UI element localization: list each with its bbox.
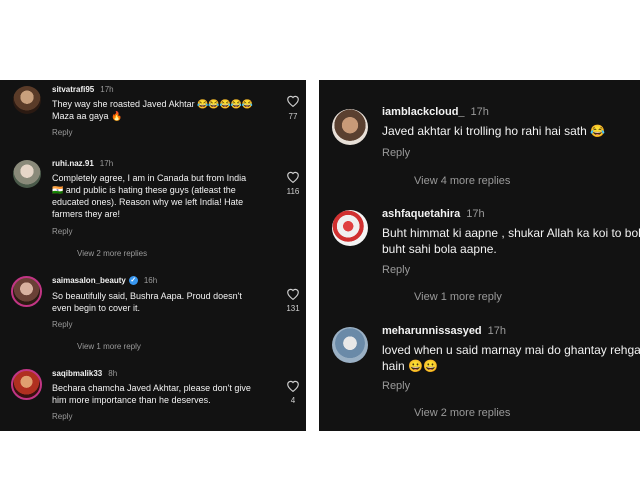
heart-icon[interactable] <box>286 170 300 183</box>
avatar[interactable] <box>11 369 42 400</box>
view-more-replies[interactable]: View 4 more replies <box>414 175 510 187</box>
comment-username[interactable]: ashfaquetahira 17h <box>382 208 485 220</box>
comment-time: 8h <box>108 369 118 378</box>
reply-button[interactable]: Reply <box>382 147 410 159</box>
comment-text: Buht himmat ki aapne , shukar Allah ka k… <box>382 226 640 256</box>
comment-time: 17h <box>99 159 114 168</box>
comment-text: They way she roasted Javed Akhtar 😂😂😂😂😂 … <box>52 99 254 121</box>
view-more-replies[interactable]: View 1 more reply <box>77 342 141 351</box>
comment-time: 16h <box>143 276 158 285</box>
comment-text: Completely agree, I am in Canada but fro… <box>52 173 247 219</box>
comment-text: loved when u said marnay mai do ghantay … <box>382 343 640 373</box>
reply-button[interactable]: Reply <box>52 227 72 236</box>
username-text[interactable]: ruhi.naz.91 <box>52 159 94 168</box>
comment-text: Bechara chamcha Javed Akhtar, please don… <box>52 383 251 405</box>
comment-username[interactable]: meharunnissasyed 17h <box>382 325 506 337</box>
comment-text: So beautifully said, Bushra Aapa. Proud … <box>52 291 242 313</box>
view-more-replies[interactable]: View 1 more reply <box>414 291 502 303</box>
comment-username[interactable]: sitvatrafi95 17h <box>52 85 114 94</box>
verified-badge-icon: ✓ <box>128 276 138 285</box>
avatar[interactable] <box>332 327 368 363</box>
comment-time: 17h <box>487 325 507 337</box>
avatar[interactable] <box>332 210 368 246</box>
reply-button[interactable]: Reply <box>382 264 410 276</box>
comment-time: 17h <box>100 85 114 94</box>
avatar[interactable] <box>13 86 41 114</box>
username-text[interactable]: saqibmalik33 <box>52 369 102 378</box>
comment-username[interactable]: iamblackcloud_ 17h <box>382 106 489 118</box>
like-count: 77 <box>288 112 298 121</box>
username-text[interactable]: saimasalon_beauty <box>52 276 126 285</box>
view-more-replies[interactable]: View 2 more replies <box>77 249 147 258</box>
like-count: 116 <box>286 187 300 196</box>
comment-username[interactable]: saimasalon_beauty ✓ 16h <box>52 276 157 285</box>
username-text[interactable]: ashfaquetahira <box>382 208 460 220</box>
left-comments-panel: sitvatrafi95 17h They way she roasted Jav… <box>0 80 306 431</box>
view-more-replies[interactable]: View 2 more replies <box>414 407 510 419</box>
comment-time: 17h <box>470 106 489 118</box>
avatar[interactable] <box>13 160 41 188</box>
username-text[interactable]: sitvatrafi95 <box>52 85 94 94</box>
comment-username[interactable]: ruhi.naz.91 17h <box>52 159 113 168</box>
comment-username[interactable]: saqibmalik33 8h <box>52 369 117 378</box>
like-count: 131 <box>286 304 300 313</box>
avatar[interactable] <box>332 109 368 145</box>
avatar[interactable] <box>11 276 42 307</box>
reply-button[interactable]: Reply <box>52 320 72 329</box>
comment-time: 17h <box>466 208 485 220</box>
reply-button[interactable]: Reply <box>52 128 72 137</box>
right-comments-panel: iamblackcloud_ 17h Javed akhtar ki trolli… <box>319 80 640 431</box>
username-text[interactable]: iamblackcloud_ <box>382 106 465 118</box>
username-text[interactable]: meharunnissasyed <box>382 325 482 337</box>
heart-icon[interactable] <box>286 379 300 392</box>
comment-text: Javed akhtar ki trolling ho rahi hai sat… <box>382 124 606 138</box>
heart-icon[interactable] <box>286 94 300 107</box>
reply-button[interactable]: Reply <box>382 380 410 392</box>
like-count: 4 <box>290 396 296 405</box>
heart-icon[interactable] <box>286 287 300 300</box>
reply-button[interactable]: Reply <box>52 412 72 421</box>
